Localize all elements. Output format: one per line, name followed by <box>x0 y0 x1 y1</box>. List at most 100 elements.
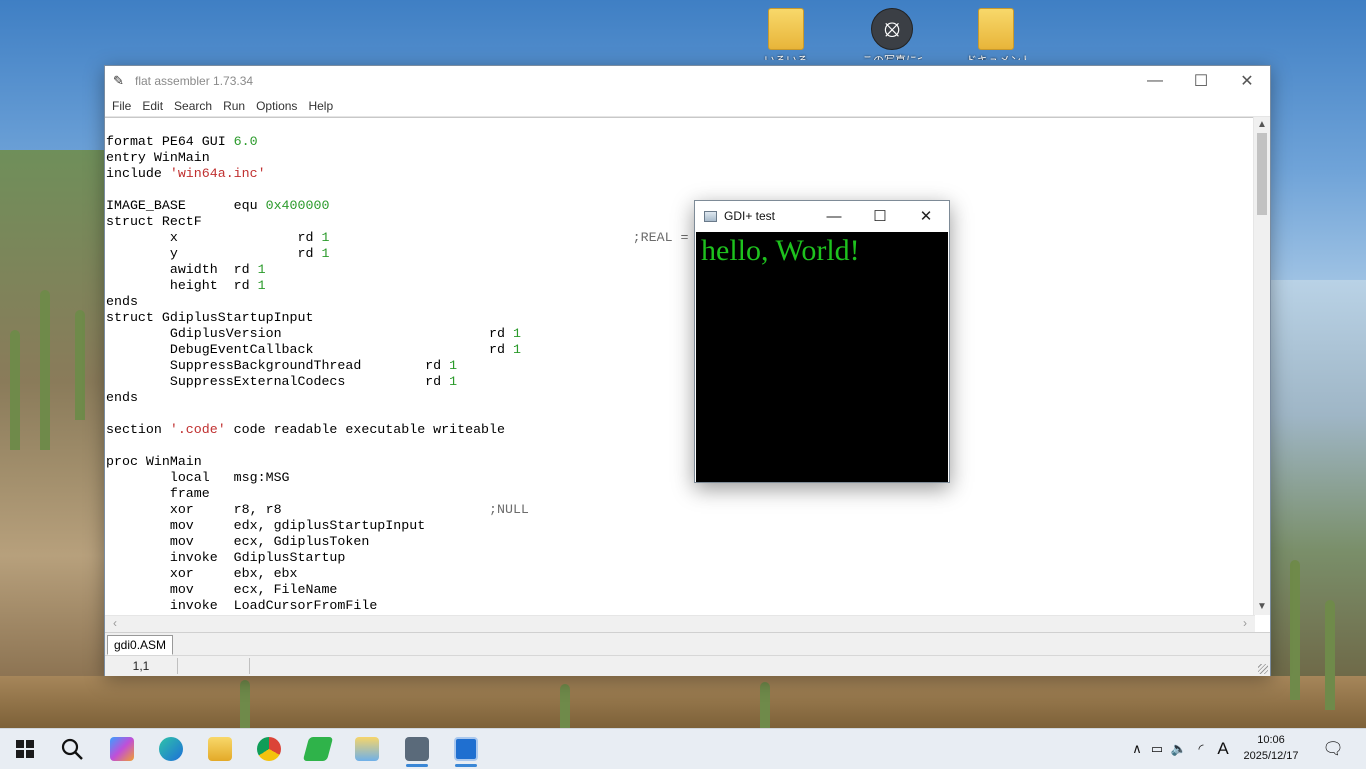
menu-file[interactable]: File <box>107 99 137 113</box>
scroll-left-arrow-icon[interactable]: ‹ <box>107 616 123 632</box>
notifications-button[interactable]: 🗨 <box>1310 729 1356 769</box>
search-button[interactable] <box>49 729 95 769</box>
scroll-thumb[interactable] <box>1257 133 1267 215</box>
tab-gdi0-asm[interactable]: gdi0.ASM <box>107 635 174 655</box>
fasm-icon <box>405 737 429 761</box>
code-line[interactable]: y rd 1 <box>106 246 1255 262</box>
folder-icon <box>768 8 804 50</box>
gdi-maximize-button[interactable]: ☐ <box>857 201 903 231</box>
code-line[interactable]: frame <box>106 486 1255 502</box>
app-green-button[interactable] <box>295 729 341 769</box>
desktop-folder-icon-2[interactable]: ドキュメント <box>966 8 1026 66</box>
menu-edit[interactable]: Edit <box>137 99 169 113</box>
code-token-num: 1 <box>512 326 521 341</box>
gdi-close-button[interactable]: ✕ <box>903 201 949 231</box>
code-line[interactable]: ends <box>106 390 1255 406</box>
gdi-canvas: hello, World! <box>696 232 948 482</box>
code-line[interactable]: local msg:MSG <box>106 470 1255 486</box>
fasm-window[interactable]: ✎ flat assembler 1.73.34 — ☐ ✕ File Edit… <box>104 65 1271 676</box>
code-line[interactable]: SuppressBackgroundThread rd 1 <box>106 358 1255 374</box>
menu-run[interactable]: Run <box>218 99 251 113</box>
clock[interactable]: 10:06 2025/12/17 <box>1236 732 1306 764</box>
network-icon[interactable]: ◜ <box>1190 741 1212 757</box>
desktop-shortcut-icon[interactable]: ⦻ この写真についての詳 <box>862 8 922 66</box>
code-token: SuppressBackgroundThread rd <box>106 358 450 373</box>
gdi-test-taskbar-button[interactable] <box>443 729 489 769</box>
desktop-folder-icon-1[interactable]: いろいろ <box>756 8 816 66</box>
desktop-icon-label: ドキュメント <box>966 52 1026 60</box>
source-code[interactable]: format PE64 GUI 6.0 entry WinMain include … <box>105 118 1255 614</box>
code-line[interactable]: xor r8, r8 ;NULL <box>106 502 1255 518</box>
code-line[interactable]: invoke LoadCursorFromFile <box>106 598 1255 614</box>
code-line[interactable]: x rd 1 ;REAL = REAL4 <box>106 230 1255 246</box>
code-token: mov ecx, FileName <box>106 582 338 597</box>
gdi-minimize-button[interactable]: — <box>811 201 857 231</box>
code-line[interactable]: invoke GdiplusStartup <box>106 550 1255 566</box>
app-folder-search-button[interactable] <box>344 729 390 769</box>
code-token-num: 1 <box>257 278 266 293</box>
code-token: section <box>106 422 170 437</box>
code-line[interactable] <box>106 438 1255 454</box>
code-token: xor ebx, ebx <box>106 566 298 581</box>
windows-logo-icon <box>16 740 34 758</box>
code-line[interactable]: ends <box>106 294 1255 310</box>
code-line[interactable]: struct GdiplusStartupInput <box>106 310 1255 326</box>
close-button[interactable]: ✕ <box>1224 66 1270 96</box>
code-line[interactable]: mov ecx, GdiplusToken <box>106 534 1255 550</box>
code-line[interactable] <box>106 182 1255 198</box>
scroll-up-arrow-icon[interactable]: ▲ <box>1254 117 1270 133</box>
horizontal-scrollbar[interactable]: ‹ › <box>105 615 1255 632</box>
menu-options[interactable]: Options <box>251 99 303 113</box>
clock-date: 2025/12/17 <box>1243 750 1299 762</box>
code-token: include <box>106 166 170 181</box>
menu-search[interactable]: Search <box>169 99 218 113</box>
gdi-title-bar[interactable]: GDI+ test — ☐ ✕ <box>695 201 949 231</box>
menu-help[interactable]: Help <box>303 99 339 113</box>
minimize-button[interactable]: — <box>1132 66 1178 96</box>
gdi-test-window[interactable]: GDI+ test — ☐ ✕ hello, World! <box>694 200 950 483</box>
code-editor[interactable]: format PE64 GUI 6.0 entry WinMain include … <box>105 117 1255 616</box>
code-line[interactable]: proc WinMain <box>106 454 1255 470</box>
code-line[interactable]: mov ecx, FileName <box>106 582 1255 598</box>
code-line[interactable]: height rd 1 <box>106 278 1255 294</box>
cactus-decoration <box>40 290 50 450</box>
chrome-button[interactable] <box>246 729 292 769</box>
status-cell-empty <box>179 658 250 674</box>
code-token-num: 1 <box>321 246 330 261</box>
code-line[interactable]: format PE64 GUI 6.0 <box>106 134 1255 150</box>
code-token-str: '.code' <box>169 422 226 437</box>
code-line[interactable]: SuppressExternalCodecs rd 1 <box>106 374 1255 390</box>
ime-indicator[interactable]: A <box>1212 739 1234 759</box>
show-hidden-icons-chevron-icon[interactable]: ∧ <box>1128 741 1146 757</box>
copilot-button[interactable] <box>99 729 145 769</box>
code-line[interactable]: include 'win64a.inc' <box>106 166 1255 182</box>
fasm-taskbar-button[interactable] <box>394 729 440 769</box>
fasm-app-icon: ✎ <box>113 73 124 88</box>
code-line[interactable]: entry WinMain <box>106 150 1255 166</box>
code-token: struct RectF <box>106 214 202 229</box>
start-button[interactable] <box>2 729 48 769</box>
maximize-button[interactable]: ☐ <box>1178 66 1224 96</box>
vertical-scrollbar[interactable]: ▲ ▼ <box>1253 117 1270 615</box>
code-line[interactable]: struct RectF <box>106 214 1255 230</box>
resize-grip[interactable] <box>1258 664 1268 674</box>
code-line[interactable] <box>106 406 1255 422</box>
code-line[interactable]: DebugEventCallback rd 1 <box>106 342 1255 358</box>
edge-button[interactable] <box>148 729 194 769</box>
cactus-decoration <box>75 310 85 420</box>
scroll-right-arrow-icon[interactable]: › <box>1237 616 1253 632</box>
code-line[interactable]: section '.code' code readable executable… <box>106 422 1255 438</box>
code-line[interactable]: awidth rd 1 <box>106 262 1255 278</box>
code-line[interactable]: mov edx, gdiplusStartupInput <box>106 518 1255 534</box>
code-line[interactable]: GdiplusVersion rd 1 <box>106 326 1255 342</box>
title-bar[interactable]: ✎ flat assembler 1.73.34 — ☐ ✕ <box>105 66 1270 96</box>
code-token: xor r8, r8 <box>106 502 490 517</box>
code-line[interactable]: IMAGE_BASE equ 0x400000 <box>106 198 1255 214</box>
code-token: code readable executable writeable <box>225 422 505 437</box>
battery-icon[interactable]: ▭ <box>1146 741 1168 757</box>
cactus-decoration <box>10 330 20 450</box>
scroll-down-arrow-icon[interactable]: ▼ <box>1254 599 1270 615</box>
code-line[interactable]: xor ebx, ebx <box>106 566 1255 582</box>
file-explorer-button[interactable] <box>197 729 243 769</box>
volume-icon[interactable]: 🔈 <box>1168 741 1190 757</box>
